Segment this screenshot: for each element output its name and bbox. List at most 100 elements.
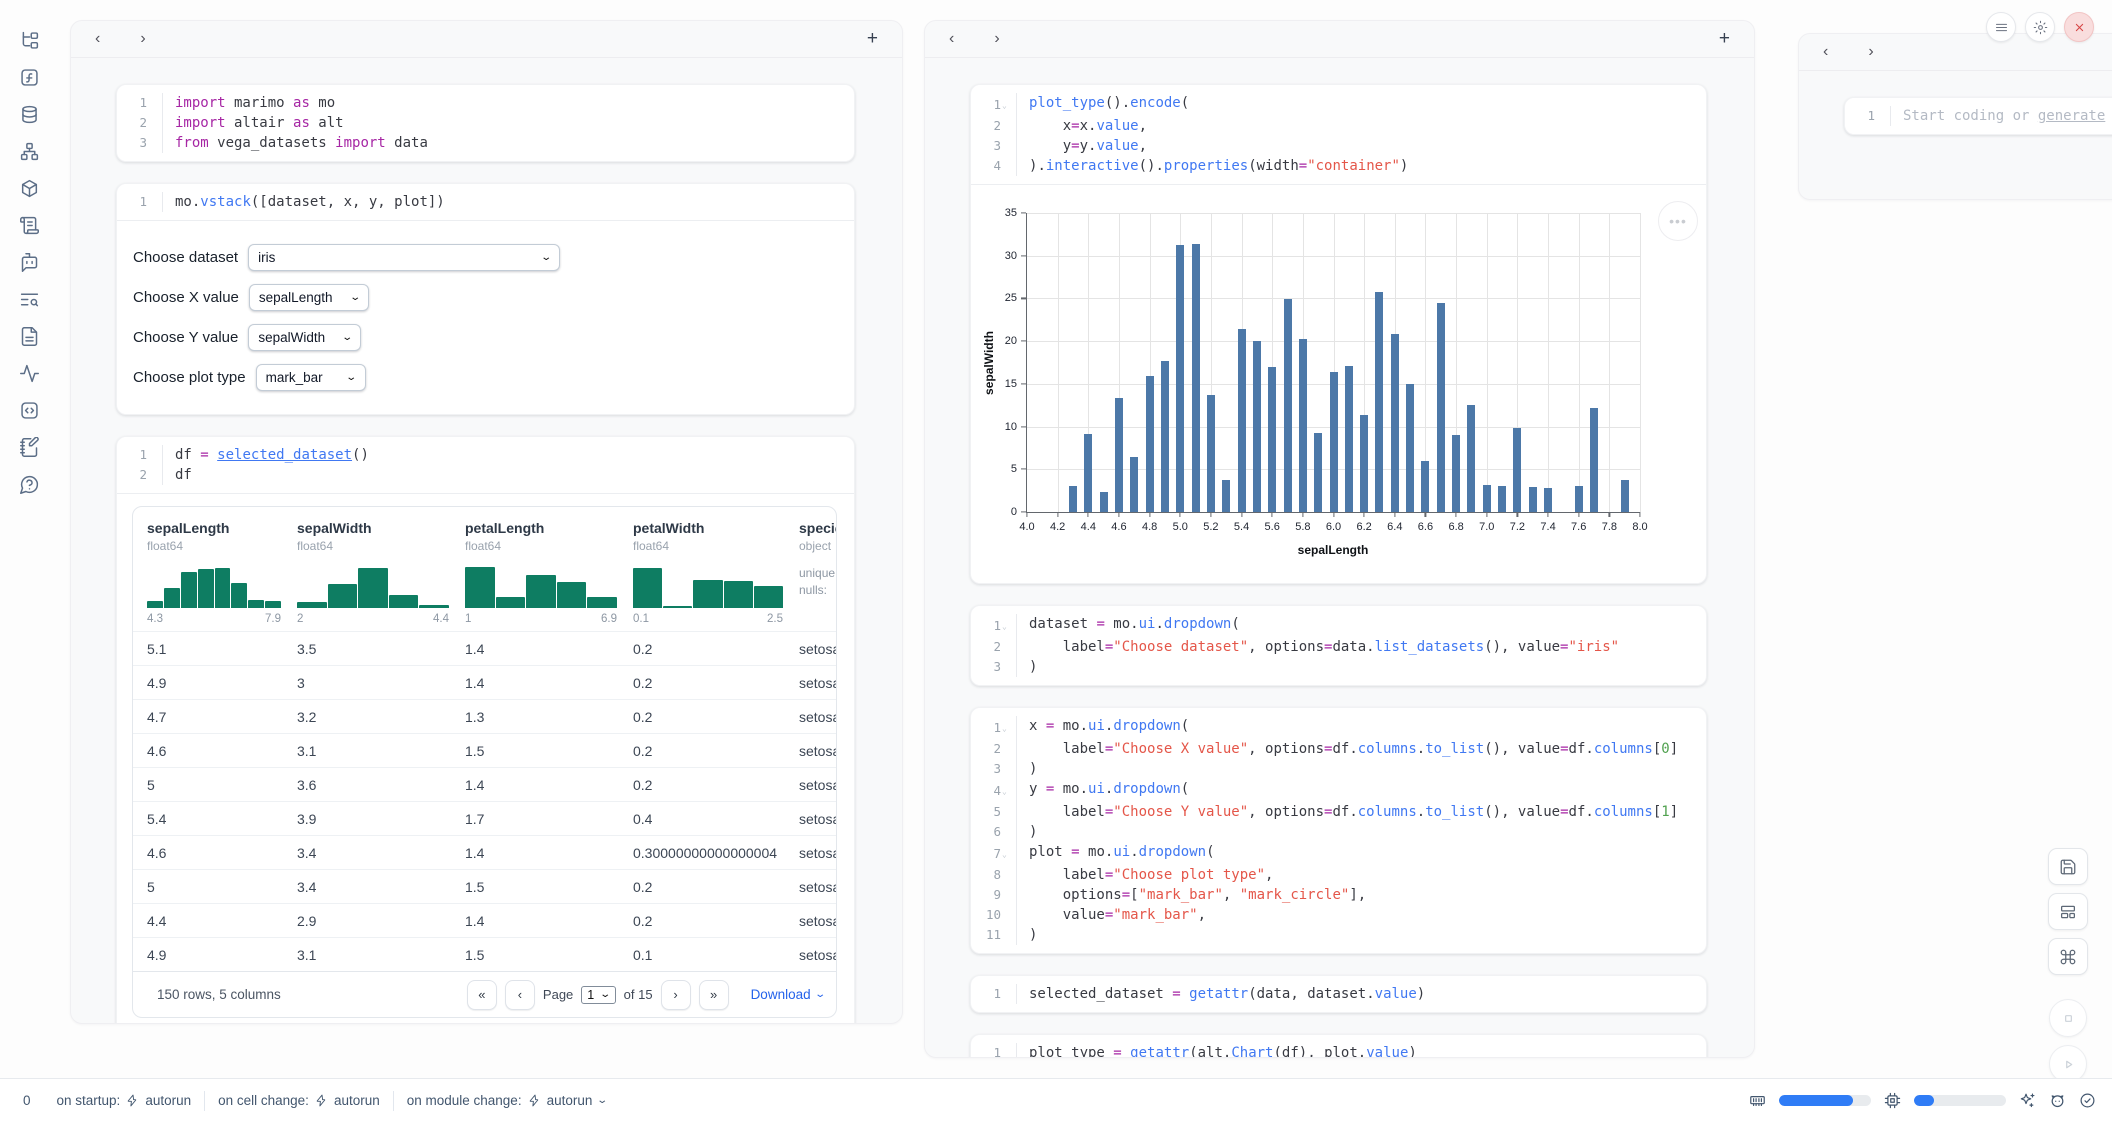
code-editor[interactable]: 1import marimo as mo2import altair as al…	[117, 85, 854, 161]
sidebar-button-code-square[interactable]	[17, 398, 41, 422]
code-line: 1Start coding or generate with	[1845, 106, 2112, 126]
table-column-header[interactable]: petalWidthfloat640.12.5	[633, 520, 799, 625]
notebook-column-2: ‹ › + 1⌄plot_type().encode(2 x=x.value,3…	[924, 20, 1755, 1058]
autorun-item[interactable]: on cell change:autorun	[218, 1093, 380, 1108]
code-editor[interactable]: 1Start coding or generate with	[1845, 98, 2112, 134]
code-line: 2import altair as alt	[117, 113, 854, 133]
sidebar-button-help-bubble[interactable]	[17, 472, 41, 496]
fold-icon[interactable]: ⌄	[1002, 716, 1011, 739]
code-editor[interactable]: 1df = selected_dataset()2df	[117, 437, 854, 493]
fold-icon[interactable]: ⌄	[1002, 614, 1011, 637]
y-tick-label: 0	[1011, 506, 1017, 518]
column-next-icon[interactable]: ›	[994, 31, 999, 47]
sidebar-button-bot-message[interactable]	[17, 250, 41, 274]
autorun-item[interactable]: on module change:autorun⌄	[407, 1093, 607, 1108]
sidebar-button-text-search[interactable]	[17, 287, 41, 311]
close-button[interactable]	[2064, 12, 2094, 42]
sidebar-button-database[interactable]	[17, 102, 41, 126]
code-editor[interactable]: 1mo.vstack([dataset, x, y, plot])	[117, 184, 854, 220]
autorun-item[interactable]: on startup:autorun	[57, 1093, 192, 1108]
fold-icon[interactable]: ⌄	[1002, 842, 1011, 865]
code-line: 7⌄plot = mo.ui.dropdown(	[971, 842, 1706, 865]
table-row[interactable]: 4.73.21.30.2setosa	[133, 699, 836, 733]
next-page-button[interactable]: ›	[661, 980, 691, 1010]
sidebar-button-function-square[interactable]	[17, 65, 41, 89]
table-column-header[interactable]: petalLengthfloat6416.9	[465, 520, 633, 625]
table-row[interactable]: 4.63.11.50.2setosa	[133, 733, 836, 767]
table-cell: 4.7	[147, 709, 297, 725]
save-button[interactable]	[2048, 848, 2088, 885]
code-line: 4⌄y = mo.ui.dropdown(	[971, 779, 1706, 802]
layout-button[interactable]	[2048, 893, 2088, 930]
sparkles-button[interactable]	[2019, 1092, 2036, 1109]
download-button[interactable]: Download⌄	[751, 987, 824, 1002]
column-next-icon[interactable]: ›	[140, 31, 145, 47]
menu-button[interactable]	[1986, 12, 2016, 42]
dropdown-select[interactable]: sepalLength⌄	[249, 284, 369, 311]
table-column-header[interactable]: sepalWidthfloat6424.4	[297, 520, 465, 625]
table-cell: 4.9	[147, 947, 297, 963]
column-next-icon[interactable]: ›	[1868, 44, 1873, 60]
fold-icon[interactable]: ⌄	[1002, 93, 1011, 116]
code-text: label="Choose plot type",	[1017, 865, 1273, 885]
dropdown-select[interactable]: iris⌄	[248, 244, 560, 271]
add-column-button[interactable]: +	[867, 28, 878, 50]
code-editor[interactable]: 1⌄plot_type().encode(2 x=x.value,3 y=y.v…	[971, 85, 1706, 184]
first-page-button[interactable]: «	[467, 980, 497, 1010]
add-column-button[interactable]: +	[1719, 28, 1730, 50]
code-text: label="Choose dataset", options=data.lis…	[1017, 637, 1619, 657]
circle-check-button[interactable]	[2079, 1092, 2096, 1109]
code-text: df = selected_dataset()	[163, 445, 369, 465]
code-editor[interactable]: 1⌄x = mo.ui.dropdown(2 label="Choose X v…	[971, 708, 1706, 953]
table-row[interactable]: 53.61.40.2setosa	[133, 767, 836, 801]
sidebar-button-package[interactable]	[17, 176, 41, 200]
play-icon	[2060, 1056, 2077, 1073]
sidebar-button-file-tree[interactable]	[17, 28, 41, 52]
last-page-button[interactable]: »	[699, 980, 729, 1010]
table-row[interactable]: 4.63.41.40.30000000000000004setosa	[133, 835, 836, 869]
y-tick-label: 10	[1005, 421, 1017, 433]
code-editor[interactable]: 1⌄dataset = mo.ui.dropdown(2 label="Choo…	[971, 606, 1706, 685]
command-button[interactable]	[2048, 938, 2088, 975]
column-prev-icon[interactable]: ‹	[1823, 44, 1828, 60]
table-row[interactable]: 53.41.50.2setosa	[133, 869, 836, 903]
dropdown-select[interactable]: sepalWidth⌄	[248, 324, 361, 351]
settings-button[interactable]	[2025, 12, 2055, 42]
table-row[interactable]: 4.931.40.2setosa	[133, 665, 836, 699]
code-editor[interactable]: 1selected_dataset = getattr(data, datase…	[971, 976, 1706, 1012]
column-toolbar: ‹ › +	[925, 21, 1754, 58]
table-column-header[interactable]: speciesobjectunique:nulls:	[799, 520, 836, 625]
table-row[interactable]: 5.43.91.70.4setosa	[133, 801, 836, 835]
column-prev-icon[interactable]: ‹	[95, 31, 100, 47]
table-summary: 150 rows, 5 columns	[157, 987, 281, 1002]
x-tick-label: 4.6	[1111, 521, 1126, 533]
prev-page-button[interactable]: ‹	[505, 980, 535, 1010]
code-text: selected_dataset = getattr(data, dataset…	[1017, 984, 1425, 1004]
dropdown-label: Choose X value	[133, 289, 239, 306]
dropdown-select[interactable]: mark_bar⌄	[256, 364, 366, 391]
column-prev-icon[interactable]: ‹	[949, 31, 954, 47]
column-name: petalWidth	[633, 520, 783, 536]
table-row[interactable]: 5.13.51.40.2setosa	[133, 631, 836, 665]
line-number: 1⌄	[971, 716, 1017, 739]
code-line: 2 label="Choose dataset", options=data.l…	[971, 637, 1706, 657]
chart-bar	[1130, 457, 1138, 512]
page-select[interactable]: 1⌄	[581, 986, 615, 1004]
sidebar-button-notebook-pen[interactable]	[17, 435, 41, 459]
dataframe-table: sepalLengthfloat644.37.9sepalWidthfloat6…	[132, 506, 837, 1018]
table-row[interactable]: 4.42.91.40.2setosa	[133, 903, 836, 937]
assistant-button[interactable]	[2049, 1092, 2066, 1109]
sidebar-button-workflow[interactable]	[17, 139, 41, 163]
fold-icon[interactable]: ⌄	[1002, 779, 1011, 802]
code-text: from vega_datasets import data	[163, 133, 428, 153]
stop-button[interactable]	[2049, 999, 2087, 1037]
sidebar-button-scroll-text[interactable]	[17, 213, 41, 237]
code-text: options=["mark_bar", "mark_circle"],	[1017, 885, 1366, 905]
table-row[interactable]: 4.93.11.50.1setosa	[133, 937, 836, 971]
cell-more-options-button[interactable]: •••	[1658, 201, 1698, 241]
error-count: 0	[23, 1093, 31, 1108]
sidebar-button-file-text[interactable]	[17, 324, 41, 348]
table-column-header[interactable]: sepalLengthfloat644.37.9	[147, 520, 297, 625]
sidebar-button-activity[interactable]	[17, 361, 41, 385]
code-editor[interactable]: 1plot_type = getattr(alt.Chart(df), plot…	[971, 1035, 1706, 1058]
